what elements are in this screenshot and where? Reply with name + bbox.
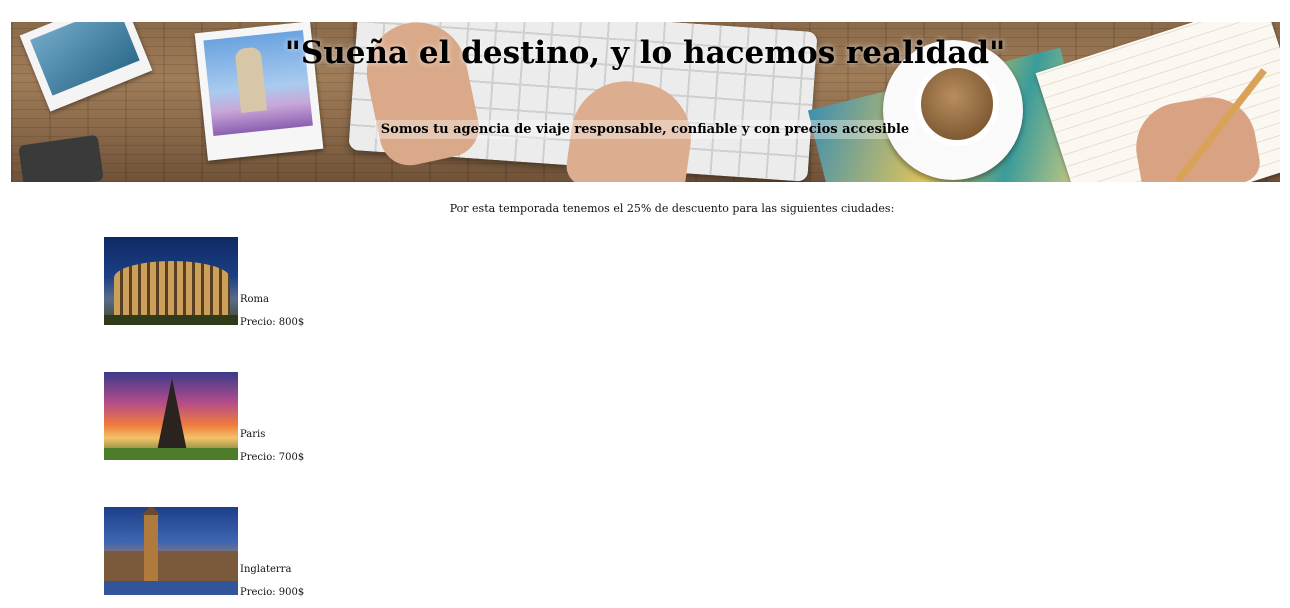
hero-headline: "Sueña el destino, y lo hacemos realidad… — [284, 35, 1006, 71]
hero-subline: Somos tu agencia de viaje responsable, c… — [0, 120, 1290, 139]
hero-subline-text: Somos tu agencia de viaje responsable, c… — [374, 120, 916, 139]
city-name: Roma — [240, 294, 269, 305]
city-image-roma — [104, 237, 238, 325]
big-ben-shape — [142, 507, 160, 589]
city-price: Precio: 800$ — [240, 317, 305, 328]
city-price: Precio: 700$ — [240, 452, 305, 463]
city-price: Precio: 900$ — [240, 587, 305, 598]
river-shape — [104, 581, 238, 595]
city-name: Inglaterra — [240, 564, 292, 575]
city-card-inglaterra: Inglaterra Precio: 900$ — [104, 507, 404, 607]
city-image-inglaterra — [104, 507, 238, 595]
city-card-paris: Paris Precio: 700$ — [104, 372, 404, 472]
city-name: Paris — [240, 429, 266, 440]
ground-shape — [104, 315, 238, 325]
eiffel-tower-shape — [156, 378, 188, 456]
city-card-roma: Roma Precio: 800$ — [104, 237, 404, 337]
discount-intro: Por esta temporada tenemos el 25% de des… — [449, 202, 895, 215]
colosseum-shape — [114, 261, 230, 317]
city-image-paris — [104, 372, 238, 460]
grass-shape — [104, 448, 238, 460]
parliament-shape — [104, 551, 238, 581]
